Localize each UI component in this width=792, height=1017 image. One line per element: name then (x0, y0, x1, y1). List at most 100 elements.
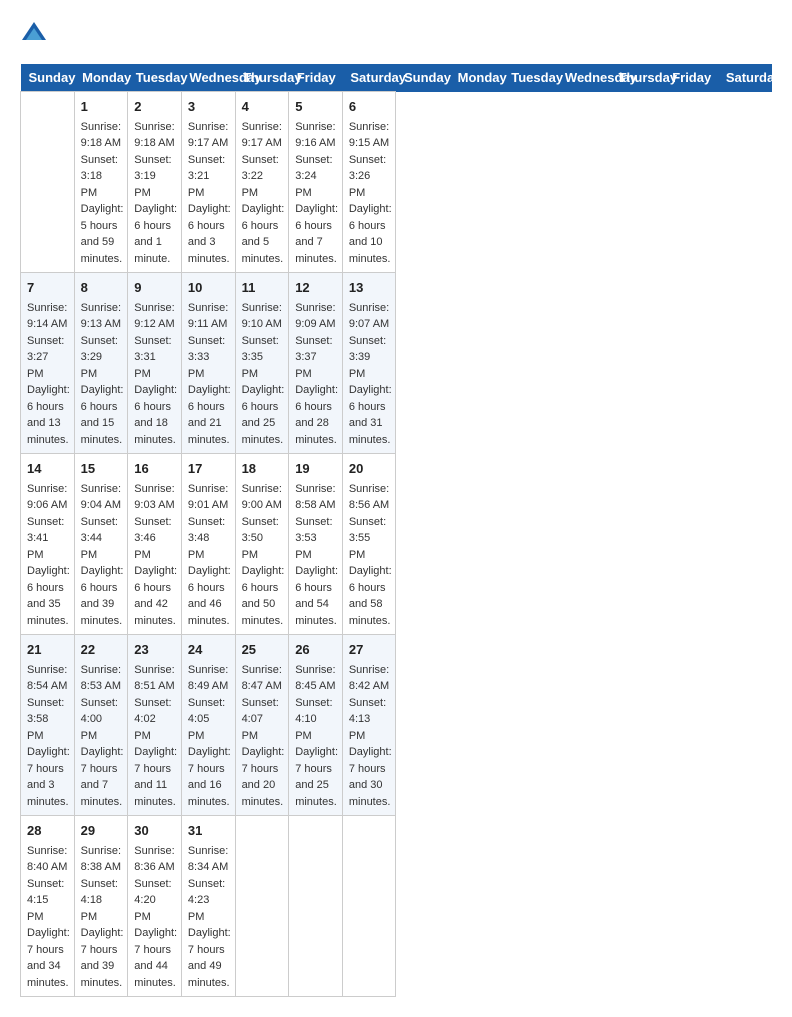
sunset-text: Sunset: 3:22 PM (242, 152, 283, 202)
daylight-text: Daylight: 7 hours (134, 744, 175, 777)
calendar-cell: 3Sunrise: 9:17 AMSunset: 3:21 PMDaylight… (181, 92, 235, 273)
day-number: 24 (188, 640, 229, 660)
daylight-text: and 49 minutes. (188, 958, 229, 991)
daylight-text: Daylight: 7 hours (81, 744, 122, 777)
day-number: 9 (134, 278, 175, 298)
calendar-cell: 15Sunrise: 9:04 AMSunset: 3:44 PMDayligh… (74, 454, 128, 635)
day-number: 19 (295, 459, 336, 479)
daylight-text: and 54 minutes. (295, 596, 336, 629)
calendar-cell (235, 816, 289, 997)
sunrise-text: Sunrise: 8:36 AM (134, 843, 175, 876)
daylight-text: and 34 minutes. (27, 958, 68, 991)
sunrise-text: Sunrise: 9:16 AM (295, 119, 336, 152)
calendar-cell: 19Sunrise: 8:58 AMSunset: 3:53 PMDayligh… (289, 454, 343, 635)
daylight-text: Daylight: 5 hours (81, 201, 122, 234)
daylight-text: Daylight: 6 hours (27, 382, 68, 415)
daylight-text: Daylight: 6 hours (27, 563, 68, 596)
daylight-text: Daylight: 7 hours (134, 925, 175, 958)
day-number: 15 (81, 459, 122, 479)
sunset-text: Sunset: 3:58 PM (27, 695, 68, 745)
day-header-thursday: Thursday (611, 64, 665, 92)
sunrise-text: Sunrise: 9:07 AM (349, 300, 390, 333)
calendar-cell: 24Sunrise: 8:49 AMSunset: 4:05 PMDayligh… (181, 635, 235, 816)
daylight-text: and 31 minutes. (349, 415, 390, 448)
sunset-text: Sunset: 4:13 PM (349, 695, 390, 745)
daylight-text: and 21 minutes. (188, 415, 229, 448)
sunset-text: Sunset: 3:37 PM (295, 333, 336, 383)
daylight-text: Daylight: 7 hours (81, 925, 122, 958)
calendar-cell: 25Sunrise: 8:47 AMSunset: 4:07 PMDayligh… (235, 635, 289, 816)
sunset-text: Sunset: 3:39 PM (349, 333, 390, 383)
daylight-text: and 25 minutes. (295, 777, 336, 810)
calendar-table: SundayMondayTuesdayWednesdayThursdayFrid… (20, 64, 772, 997)
sunset-text: Sunset: 3:27 PM (27, 333, 68, 383)
daylight-text: and 25 minutes. (242, 415, 283, 448)
calendar-cell: 8Sunrise: 9:13 AMSunset: 3:29 PMDaylight… (74, 273, 128, 454)
daylight-text: and 50 minutes. (242, 596, 283, 629)
daylight-text: and 39 minutes. (81, 958, 122, 991)
daylight-text: Daylight: 7 hours (188, 925, 229, 958)
day-header-monday: Monday (74, 64, 128, 92)
sunrise-text: Sunrise: 9:15 AM (349, 119, 390, 152)
day-header-saturday: Saturday (342, 64, 396, 92)
calendar-cell: 4Sunrise: 9:17 AMSunset: 3:22 PMDaylight… (235, 92, 289, 273)
sunrise-text: Sunrise: 8:58 AM (295, 481, 336, 514)
day-number: 14 (27, 459, 68, 479)
calendar-cell: 10Sunrise: 9:11 AMSunset: 3:33 PMDayligh… (181, 273, 235, 454)
day-number: 11 (242, 278, 283, 298)
daylight-text: and 30 minutes. (349, 777, 390, 810)
sunrise-text: Sunrise: 8:49 AM (188, 662, 229, 695)
calendar-cell: 31Sunrise: 8:34 AMSunset: 4:23 PMDayligh… (181, 816, 235, 997)
sunset-text: Sunset: 3:19 PM (134, 152, 175, 202)
daylight-text: and 20 minutes. (242, 777, 283, 810)
day-number: 26 (295, 640, 336, 660)
daylight-text: and 44 minutes. (134, 958, 175, 991)
daylight-text: Daylight: 6 hours (188, 382, 229, 415)
day-number: 22 (81, 640, 122, 660)
day-number: 27 (349, 640, 390, 660)
day-number: 1 (81, 97, 122, 117)
sunset-text: Sunset: 4:10 PM (295, 695, 336, 745)
sunrise-text: Sunrise: 8:42 AM (349, 662, 390, 695)
logo (20, 20, 52, 48)
day-number: 18 (242, 459, 283, 479)
daylight-text: Daylight: 6 hours (295, 382, 336, 415)
day-number: 25 (242, 640, 283, 660)
daylight-text: Daylight: 6 hours (81, 563, 122, 596)
calendar-cell (289, 816, 343, 997)
calendar-cell: 16Sunrise: 9:03 AMSunset: 3:46 PMDayligh… (128, 454, 182, 635)
calendar-cell (342, 816, 396, 997)
day-number: 29 (81, 821, 122, 841)
sunrise-text: Sunrise: 9:06 AM (27, 481, 68, 514)
sunrise-text: Sunrise: 9:09 AM (295, 300, 336, 333)
calendar-cell: 29Sunrise: 8:38 AMSunset: 4:18 PMDayligh… (74, 816, 128, 997)
sunrise-text: Sunrise: 8:53 AM (81, 662, 122, 695)
day-number: 21 (27, 640, 68, 660)
calendar-week-4: 21Sunrise: 8:54 AMSunset: 3:58 PM Dayligh… (21, 635, 772, 816)
day-number: 8 (81, 278, 122, 298)
daylight-text: and 11 minutes. (134, 777, 175, 810)
sunset-text: Sunset: 3:46 PM (134, 514, 175, 564)
daylight-text: and 18 minutes. (134, 415, 175, 448)
day-number: 28 (27, 821, 68, 841)
daylight-text: and 3 minutes. (188, 234, 229, 267)
daylight-text: Daylight: 6 hours (349, 563, 390, 596)
day-number: 3 (188, 97, 229, 117)
sunset-text: Sunset: 4:02 PM (134, 695, 175, 745)
calendar-cell: 20Sunrise: 8:56 AMSunset: 3:55 PMDayligh… (342, 454, 396, 635)
day-header-wednesday: Wednesday (557, 64, 611, 92)
calendar-cell: 22Sunrise: 8:53 AMSunset: 4:00 PMDayligh… (74, 635, 128, 816)
sunset-text: Sunset: 3:55 PM (349, 514, 390, 564)
calendar-cell: 21Sunrise: 8:54 AMSunset: 3:58 PMDayligh… (21, 635, 75, 816)
calendar-cell: 13Sunrise: 9:07 AMSunset: 3:39 PMDayligh… (342, 273, 396, 454)
daylight-text: and 35 minutes. (27, 596, 68, 629)
sunset-text: Sunset: 4:23 PM (188, 876, 229, 926)
daylight-text: Daylight: 6 hours (134, 382, 175, 415)
daylight-text: and 7 minutes. (81, 777, 122, 810)
daylight-text: Daylight: 7 hours (242, 744, 283, 777)
sunrise-text: Sunrise: 9:17 AM (188, 119, 229, 152)
sunrise-text: Sunrise: 8:54 AM (27, 662, 68, 695)
daylight-text: and 1 minute. (134, 234, 175, 267)
calendar-cell: 14Sunrise: 9:06 AMSunset: 3:41 PMDayligh… (21, 454, 75, 635)
sunset-text: Sunset: 3:50 PM (242, 514, 283, 564)
